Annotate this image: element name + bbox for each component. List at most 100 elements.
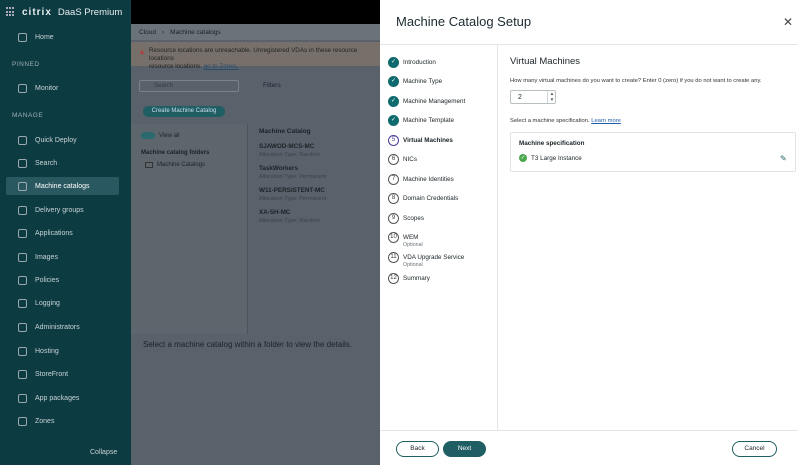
- quick-deploy-icon: [18, 135, 27, 145]
- folders-title: Machine catalog folders: [141, 150, 210, 156]
- step-machine-management[interactable]: ✓ Machine Management: [388, 96, 465, 107]
- home-icon: [18, 32, 27, 42]
- back-button[interactable]: Back: [396, 441, 439, 457]
- create-machine-catalog-button[interactable]: Create Machine Catalog: [143, 106, 225, 117]
- spec-prompt: Select a machine specification. Learn mo…: [510, 118, 621, 124]
- hosting-icon: [18, 346, 27, 356]
- catalog-row[interactable]: TaskWorkers Allocation Type: Permanent: [259, 165, 326, 181]
- applications-icon: [18, 228, 27, 238]
- edit-icon[interactable]: ✎: [780, 155, 788, 163]
- learn-more-link[interactable]: Learn more: [591, 118, 621, 124]
- catalog-row[interactable]: SJAWOD-MCS-MC Allocation Type: Random: [259, 143, 320, 159]
- search-icon: [18, 158, 27, 168]
- nav-logging[interactable]: Logging: [6, 294, 119, 312]
- catalog-row[interactable]: W11-PERSISTENT-MC Allocation Type: Perman…: [259, 187, 326, 203]
- select-catalog-message: Select a machine catalog within a folder…: [143, 340, 353, 349]
- app-packages-icon: [18, 393, 27, 403]
- administrators-icon: [18, 322, 27, 332]
- warning-link[interactable]: go to Zones.: [204, 63, 239, 70]
- nav-zones[interactable]: Zones: [6, 412, 119, 430]
- toggle-icon: [141, 132, 155, 139]
- brand-bar: citrix DaaS Premium: [0, 0, 131, 24]
- main-area: Cloud › Machine catalogs ▲ Resource loca…: [131, 0, 380, 465]
- nav-delivery-groups[interactable]: Delivery groups: [6, 201, 119, 219]
- folder-item[interactable]: Machine Catalogs: [145, 162, 205, 168]
- folder-icon: [145, 162, 153, 168]
- step-content: Virtual Machines How many virtual machin…: [510, 56, 796, 172]
- breadcrumb: Cloud › Machine catalogs: [131, 24, 380, 40]
- divider: [247, 124, 248, 334]
- images-icon: [18, 252, 27, 262]
- storefront-icon: [18, 369, 27, 379]
- dialog-title: Machine Catalog Setup: [396, 14, 532, 29]
- filters-button[interactable]: Filters: [263, 82, 281, 89]
- nav-applications[interactable]: Applications: [6, 224, 119, 242]
- nav-monitor[interactable]: Monitor: [6, 79, 119, 97]
- machine-spec-table: Machine specification ✓ T3 Large Instanc…: [510, 132, 796, 172]
- check-circle-icon: ✓: [388, 57, 399, 68]
- next-button[interactable]: Next: [443, 441, 486, 457]
- view-all-toggle[interactable]: View all: [141, 132, 180, 139]
- step-number-icon: 7: [388, 174, 399, 185]
- close-icon[interactable]: ✕: [782, 16, 794, 28]
- step-number-icon: 10: [388, 232, 399, 243]
- top-bar: [131, 0, 380, 24]
- policies-icon: [18, 275, 27, 285]
- search-input[interactable]: Search: [139, 80, 239, 92]
- nav-administrators[interactable]: Administrators: [6, 318, 119, 336]
- warning-text: Resource locations are unreachable. Unre…: [149, 47, 358, 62]
- step-wem: 10 WEM Optional: [388, 232, 423, 249]
- nav-home[interactable]: Home: [6, 28, 119, 46]
- step-virtual-machines[interactable]: 5 Virtual Machines: [388, 135, 453, 146]
- logging-icon: [18, 298, 27, 308]
- spec-column-header: Machine specification: [519, 140, 585, 147]
- spinner-arrows-icon[interactable]: ▲ ▼: [547, 91, 556, 103]
- collapse-button[interactable]: Collapse: [90, 449, 117, 456]
- step-machine-type[interactable]: ✓ Machine Type: [388, 76, 442, 87]
- catalog-row[interactable]: XA-SH-MC Allocation Type: Random: [259, 209, 320, 225]
- machine-catalog-setup-dialog: Machine Catalog Setup ✕ ✓ Introduction ✓ M…: [380, 0, 798, 465]
- nav-machine-catalogs[interactable]: Machine catalogs: [6, 177, 119, 195]
- nav-app-packages[interactable]: App packages: [6, 389, 119, 407]
- nav-images[interactable]: Images: [6, 248, 119, 266]
- step-number-icon: 5: [388, 135, 399, 146]
- nav-quick-deploy[interactable]: Quick Deploy: [6, 131, 119, 149]
- spec-value: T3 Large Instance: [531, 154, 582, 162]
- nav-hosting[interactable]: Hosting: [6, 342, 119, 360]
- nav-search[interactable]: Search: [6, 154, 119, 172]
- step-number-icon: 9: [388, 213, 399, 224]
- product-name: DaaS Premium: [57, 6, 123, 18]
- spec-row: ✓ T3 Large Instance: [519, 154, 582, 162]
- warning-icon: ▲: [138, 47, 146, 56]
- nav-section-pinned[interactable]: PINNED: [12, 61, 40, 68]
- nav-storefront[interactable]: StoreFront: [6, 365, 119, 383]
- step-vda-upgrade-service: 11 VDA Upgrade Service Optional: [388, 252, 464, 269]
- check-circle-icon: ✓: [388, 115, 399, 126]
- check-icon: ✓: [519, 154, 527, 162]
- cancel-button[interactable]: Cancel: [732, 441, 777, 457]
- step-number-icon: 12: [388, 273, 399, 284]
- step-nics: 6 NICs: [388, 154, 417, 165]
- breadcrumb-current: Machine catalogs: [170, 28, 221, 36]
- section-title: Virtual Machines: [510, 56, 581, 67]
- step-scopes: 9 Scopes: [388, 213, 424, 224]
- nav-section-manage[interactable]: MANAGE: [12, 112, 43, 119]
- app-grid-icon[interactable]: [6, 7, 16, 17]
- breadcrumb-root[interactable]: Cloud: [139, 29, 156, 36]
- chevron-right-icon: ›: [161, 28, 165, 36]
- dialog-footer: Back Next Cancel: [380, 430, 798, 465]
- sidebar: citrix DaaS Premium Home PINNED Monitor …: [0, 0, 131, 465]
- vm-count-question: How many virtual machines do you want to…: [510, 78, 762, 84]
- nav-policies[interactable]: Policies: [6, 271, 119, 289]
- machine-catalogs-icon: [18, 181, 27, 191]
- delivery-groups-icon: [18, 205, 27, 215]
- step-introduction[interactable]: ✓ Introduction: [388, 57, 436, 68]
- step-number-icon: 8: [388, 193, 399, 204]
- dialog-header: Machine Catalog Setup ✕: [380, 0, 798, 44]
- step-summary: 12 Summary: [388, 273, 430, 284]
- warning-link-prefix: resource locations.: [149, 63, 202, 70]
- step-machine-template[interactable]: ✓ Machine Template: [388, 115, 454, 126]
- check-circle-icon: ✓: [388, 76, 399, 87]
- column-header-machine-catalog[interactable]: Machine Catalog: [259, 128, 311, 135]
- step-number-icon: 11: [388, 252, 399, 263]
